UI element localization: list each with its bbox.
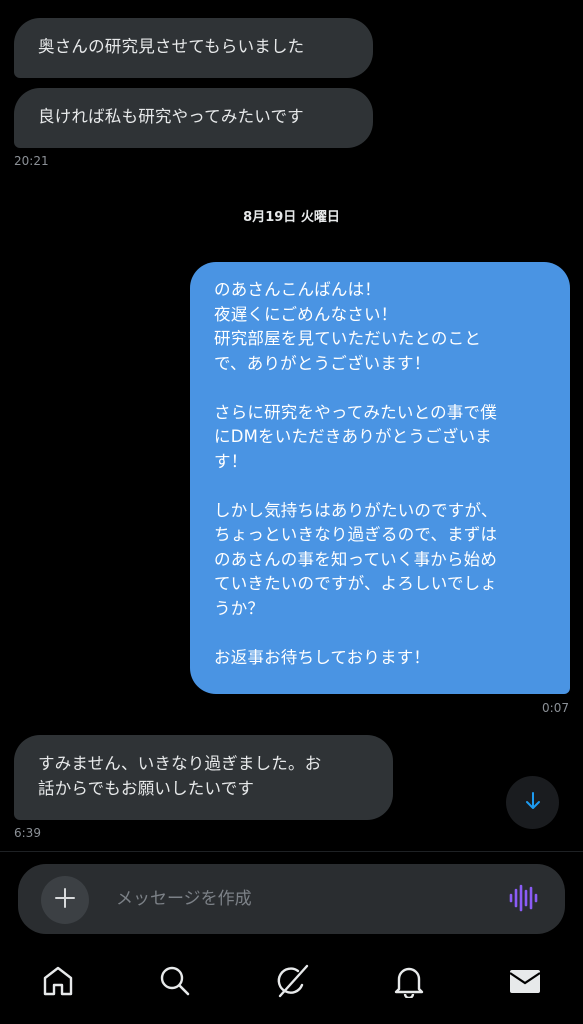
search-icon bbox=[158, 964, 192, 1002]
tab-grok[interactable] bbox=[267, 958, 317, 1008]
bell-icon bbox=[392, 964, 426, 1002]
message-input[interactable] bbox=[116, 886, 486, 912]
date-separator: 8月19日 火曜日 bbox=[243, 210, 340, 225]
message-timestamp: 6:39 bbox=[14, 826, 41, 840]
bottom-navigation bbox=[0, 944, 583, 1024]
scroll-to-bottom-button[interactable] bbox=[506, 776, 559, 829]
message-bubble-incoming[interactable]: すみません、いきなり過ぎました。お 話からでもお願いしたいです bbox=[14, 735, 393, 820]
composer-divider bbox=[0, 851, 583, 852]
grok-icon bbox=[274, 963, 310, 1003]
mail-icon bbox=[508, 964, 542, 1002]
arrow-down-icon bbox=[523, 791, 543, 815]
message-bubble-incoming[interactable]: 奥さんの研究見させてもらいました bbox=[14, 18, 373, 78]
voice-waveform-icon bbox=[508, 883, 538, 917]
tab-notifications[interactable] bbox=[384, 958, 434, 1008]
plus-icon bbox=[54, 887, 76, 913]
message-timestamp: 0:07 bbox=[542, 701, 569, 715]
message-bubble-incoming[interactable]: 良ければ私も研究やってみたいです bbox=[14, 88, 373, 148]
tab-home[interactable] bbox=[33, 958, 83, 1008]
message-timestamp: 20:21 bbox=[14, 154, 49, 168]
voice-message-button[interactable] bbox=[503, 884, 543, 916]
add-attachment-button[interactable] bbox=[41, 876, 89, 924]
tab-search[interactable] bbox=[150, 958, 200, 1008]
home-icon bbox=[41, 964, 75, 1002]
tab-messages[interactable] bbox=[500, 958, 550, 1008]
message-bubble-outgoing[interactable]: のあさんこんばんは！ 夜遅くにごめんなさい！ 研究部屋を見ていただいたとのこと … bbox=[190, 262, 570, 694]
message-composer bbox=[18, 864, 565, 934]
